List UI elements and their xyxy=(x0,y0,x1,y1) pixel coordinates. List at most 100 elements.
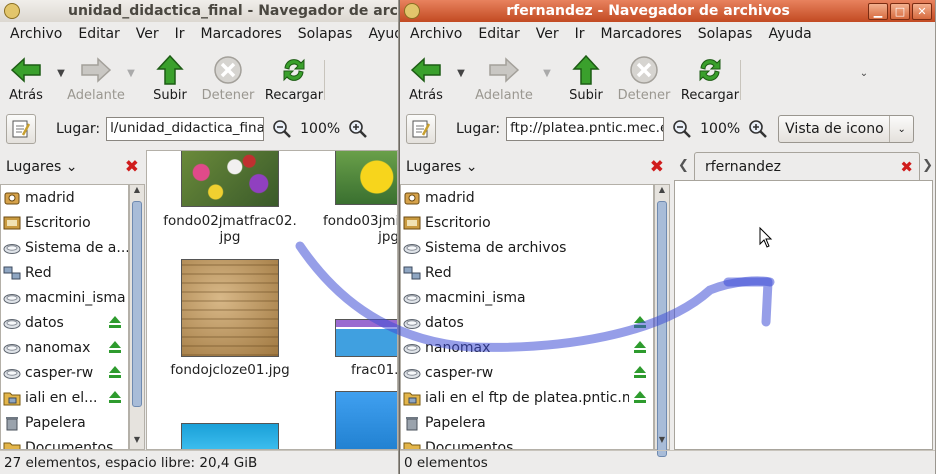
close-icon[interactable]: ✕ xyxy=(912,2,932,20)
file-name[interactable]: fondo03jmi jpg xyxy=(323,213,397,245)
file-thumbnail[interactable] xyxy=(181,259,279,357)
menu-ayuda[interactable]: Ayuda xyxy=(360,26,398,42)
file-thumbnail[interactable] xyxy=(335,151,397,205)
eject-icon[interactable] xyxy=(633,390,647,404)
sidebar-item-casper-rw[interactable]: casper-rw xyxy=(1,360,128,385)
toggle-location-entry-button[interactable] xyxy=(6,114,36,144)
sidebar-title-dropdown[interactable]: Lugares ⌄ xyxy=(6,159,77,175)
sidebar-item-papelera[interactable]: Papelera xyxy=(1,410,128,435)
zoom-level[interactable]: 100% xyxy=(700,121,740,137)
scroll-down-icon[interactable]: ▼ xyxy=(655,435,669,449)
file-name[interactable]: fondojcloze01.jpg xyxy=(159,362,301,378)
sidebar-item-papelera[interactable]: Papelera xyxy=(401,410,653,435)
close-tab-icon[interactable]: ✖ xyxy=(900,158,913,176)
menu-editar[interactable]: Editar xyxy=(70,26,127,42)
forward-history-chevron-icon[interactable]: ▼ xyxy=(536,48,558,79)
menu-ver[interactable]: Ver xyxy=(528,26,567,42)
maximize-icon[interactable]: □ xyxy=(890,2,910,20)
zoom-out-icon[interactable] xyxy=(272,119,292,139)
scroll-up-icon[interactable]: ▲ xyxy=(130,185,144,199)
eject-icon[interactable] xyxy=(633,315,647,329)
up-button[interactable]: Subir xyxy=(562,48,610,103)
close-sidebar-icon[interactable]: ✖ xyxy=(125,157,139,177)
up-button[interactable]: Subir xyxy=(146,48,194,103)
file-name[interactable]: frac01. xyxy=(351,362,397,378)
menu-archivo[interactable]: Archivo xyxy=(2,26,70,42)
eject-icon[interactable] xyxy=(108,315,122,329)
sidebar-item-nanomax[interactable]: nanomax xyxy=(401,335,653,360)
toggle-location-entry-button[interactable] xyxy=(406,114,436,144)
forward-button[interactable]: Adelante xyxy=(67,48,125,103)
tab-scroll-left-icon[interactable]: ❮ xyxy=(678,158,689,173)
menu-marcadores[interactable]: Marcadores xyxy=(193,26,290,42)
eject-icon[interactable] xyxy=(108,340,122,354)
toolbar-overflow-chevron-icon[interactable]: ⌄ xyxy=(853,48,875,79)
location-input[interactable]: ftp://platea.pntic.mec.es xyxy=(506,117,665,141)
zoom-in-icon[interactable] xyxy=(748,119,768,139)
location-input[interactable]: l/unidad_didactica_final xyxy=(106,117,265,141)
menu-solapas[interactable]: Solapas xyxy=(290,26,361,42)
file-thumbnail[interactable] xyxy=(335,391,397,449)
back-history-chevron-icon[interactable]: ▼ xyxy=(450,48,472,79)
stop-button[interactable]: Detener xyxy=(202,48,254,103)
eject-icon[interactable] xyxy=(633,365,647,379)
sidebar-item-madrid[interactable]: madrid xyxy=(401,185,653,210)
scroll-down-icon[interactable]: ▼ xyxy=(130,435,144,449)
sidebar-item-macmini-isma[interactable]: macmini_isma xyxy=(1,285,128,310)
sidebar-item-documentos[interactable]: Documentos xyxy=(1,435,128,449)
scroll-up-icon[interactable]: ▲ xyxy=(655,185,669,199)
forward-button[interactable]: Adelante xyxy=(472,48,536,103)
menu-solapas[interactable]: Solapas xyxy=(690,26,761,42)
sidebar-item-madrid[interactable]: madrid xyxy=(1,185,128,210)
file-thumbnail[interactable] xyxy=(181,423,279,449)
view-mode-select[interactable]: Vista de icono ⌄ xyxy=(778,115,915,143)
menu-archivo[interactable]: Archivo xyxy=(402,26,470,42)
eject-icon[interactable] xyxy=(108,365,122,379)
zoom-in-icon[interactable] xyxy=(348,119,368,139)
eject-icon[interactable] xyxy=(633,340,647,354)
back-history-chevron-icon[interactable]: ▼ xyxy=(50,48,72,79)
scrollbar-thumb[interactable] xyxy=(132,201,142,407)
file-icon-view[interactable] xyxy=(674,180,933,450)
title-bar[interactable]: rfernandez - Navegador de archivos ▁ □ ✕ xyxy=(400,0,935,22)
minimize-icon[interactable]: ▁ xyxy=(868,2,888,20)
sidebar-item-sistema-de-a[interactable]: Sistema de a... xyxy=(1,235,128,260)
scrollbar-thumb[interactable] xyxy=(657,201,667,457)
sidebar-item-casper-rw[interactable]: casper-rw xyxy=(401,360,653,385)
menu-ver[interactable]: Ver xyxy=(128,26,167,42)
menu-editar[interactable]: Editar xyxy=(470,26,527,42)
menu-ir[interactable]: Ir xyxy=(167,26,193,42)
sidebar-item-nanomax[interactable]: nanomax xyxy=(1,335,128,360)
tab-rfernandez[interactable]: rfernandez ✖ xyxy=(694,152,920,180)
reload-button[interactable]: Recargar xyxy=(681,48,739,103)
stop-button[interactable]: Detener xyxy=(618,48,670,103)
tab-scroll-right-icon[interactable]: ❯ xyxy=(922,158,933,173)
file-thumbnail[interactable] xyxy=(181,151,279,207)
menu-ayuda[interactable]: Ayuda xyxy=(760,26,819,42)
zoom-out-icon[interactable] xyxy=(672,119,692,139)
reload-button[interactable]: Recargar xyxy=(265,48,323,103)
sidebar-item-datos[interactable]: datos xyxy=(401,310,653,335)
close-sidebar-icon[interactable]: ✖ xyxy=(650,157,664,177)
sidebar-item-escritorio[interactable]: Escritorio xyxy=(1,210,128,235)
back-button[interactable]: Atrás xyxy=(2,48,50,103)
sidebar-item-iali-en-el[interactable]: iali en el... xyxy=(1,385,128,410)
sidebar-item-sistema-de-archivos[interactable]: Sistema de archivos xyxy=(401,235,653,260)
title-bar[interactable]: unidad_didactica_final - Navegador de ar… xyxy=(0,0,398,22)
sidebar-scrollbar[interactable]: ▲ ▼ xyxy=(129,184,145,450)
sidebar-item-macmini-isma[interactable]: macmini_isma xyxy=(401,285,653,310)
menu-ir[interactable]: Ir xyxy=(567,26,593,42)
eject-icon[interactable] xyxy=(108,390,122,404)
sidebar-item-escritorio[interactable]: Escritorio xyxy=(401,210,653,235)
file-name[interactable]: fondo02jmatfrac02. jpg xyxy=(159,213,301,245)
file-icon-view[interactable]: fondo02jmatfrac02. jpg fondo03jmi jpg fond… xyxy=(146,150,398,450)
zoom-level[interactable]: 100% xyxy=(300,121,340,137)
sidebar-title-dropdown[interactable]: Lugares ⌄ xyxy=(406,159,477,175)
forward-history-chevron-icon[interactable]: ▼ xyxy=(120,48,142,79)
file-thumbnail[interactable] xyxy=(335,319,397,357)
sidebar-item-documentos[interactable]: Documentos xyxy=(401,435,653,449)
sidebar-item-iali-en-el-ftp-de-platea-pntic-mec-es[interactable]: iali en el ftp de platea.pntic.mec.es xyxy=(401,385,653,410)
sidebar-scrollbar[interactable]: ▲ ▼ xyxy=(654,184,670,457)
sidebar-item-red[interactable]: Red xyxy=(1,260,128,285)
back-button[interactable]: Atrás xyxy=(402,48,450,103)
